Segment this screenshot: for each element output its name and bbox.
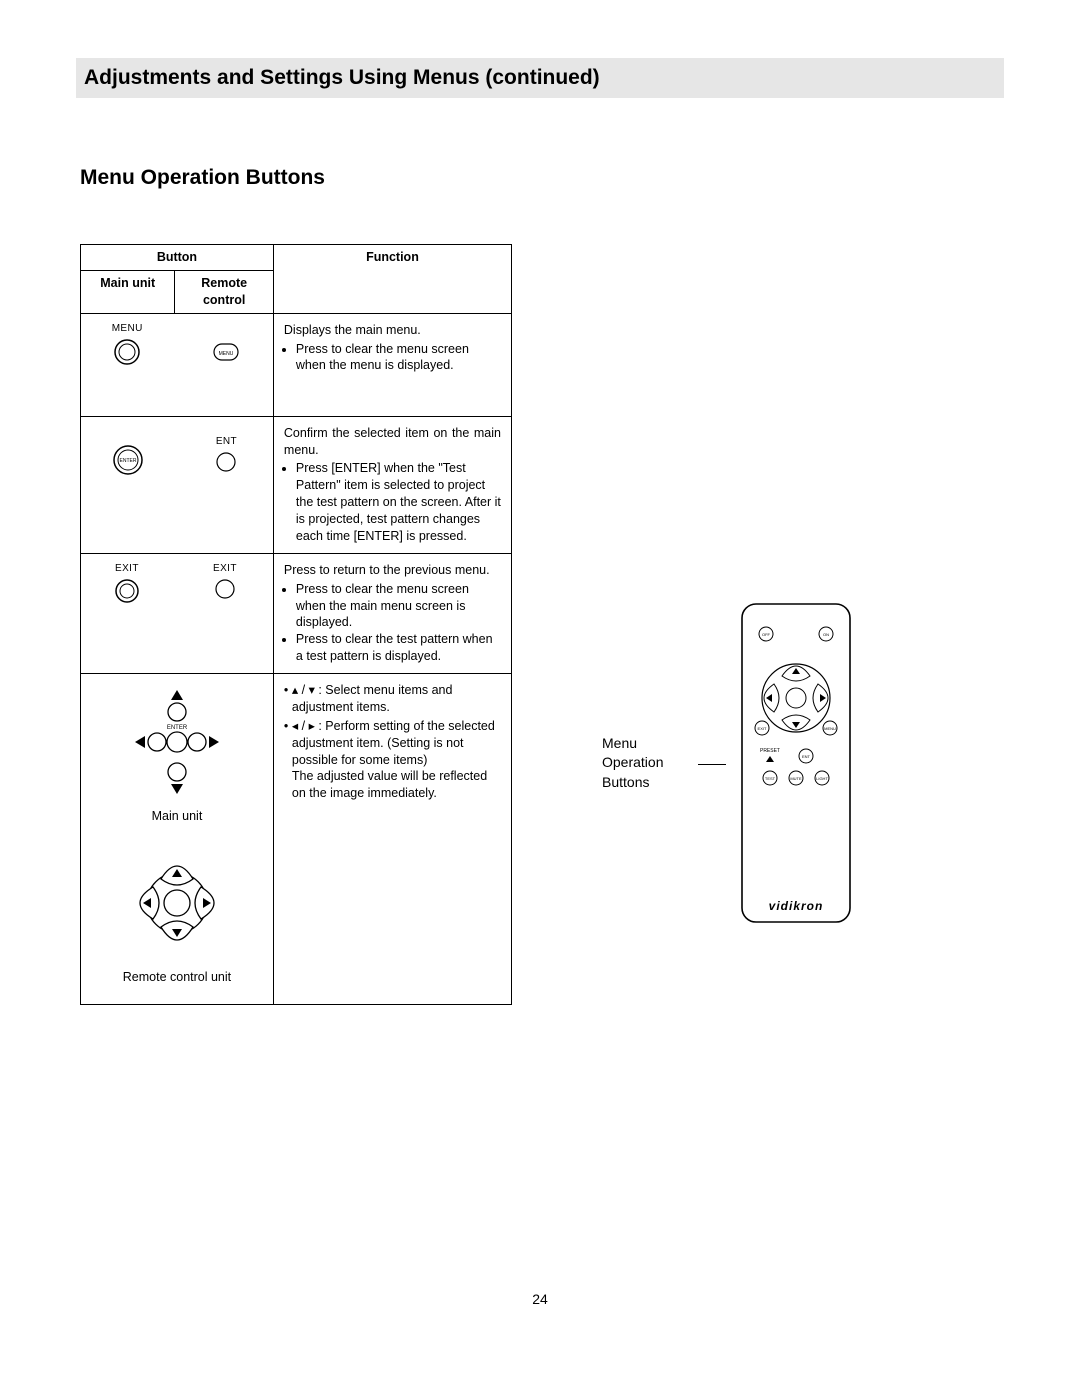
svg-text:ENTER: ENTER [167, 725, 188, 731]
th-button: Button [81, 245, 274, 271]
menu-main-label: MENU [112, 322, 143, 336]
enter-remote-button-icon [214, 450, 238, 474]
th-remote: Remote control [175, 270, 274, 313]
svg-text:ENT: ENT [802, 754, 811, 759]
arrows-main-unit-label: Main unit [152, 808, 203, 825]
enter-main-button-icon: ENTER [111, 443, 145, 477]
page-header-title: Adjustments and Settings Using Menus (co… [84, 66, 600, 90]
exit-main-label: EXIT [115, 562, 139, 576]
section-title: Menu Operation Buttons [80, 166, 325, 190]
exit-remote-button-icon [213, 577, 237, 601]
arrows-main-unit-icon: ENTER [117, 682, 237, 802]
exit-fn-main: Press to return to the previous menu. [284, 562, 501, 579]
menu-operation-buttons-table: Button Function Main unit Remote control… [80, 244, 512, 1005]
enter-fn-main: Confirm the selected item on the main me… [284, 425, 501, 459]
arrows-fn-updown: ▴ / ▾ : Select menu items and adjustment… [290, 682, 501, 716]
remote-control-illustration: OFF ON EXIT MENU PRESET ENT [736, 598, 856, 928]
svg-text:EXIT: EXIT [758, 726, 767, 731]
svg-text:ENTER: ENTER [120, 458, 137, 464]
arrows-remote-dpad-icon [117, 843, 237, 963]
arrows-fn-leftright-2: The adjusted value will be reflected on … [292, 769, 487, 800]
remote-caption: Menu Operation Buttons [602, 734, 688, 793]
svg-text:TEST: TEST [765, 776, 776, 781]
svg-text:MENU: MENU [219, 351, 234, 357]
svg-text:OFF: OFF [762, 632, 771, 637]
exit-fn-bullet-1: Press to clear the menu screen when the … [296, 581, 501, 632]
menu-main-button-icon [112, 337, 142, 367]
menu-fn-main: Displays the main menu. [284, 322, 501, 339]
page-number: 24 [0, 1291, 1080, 1307]
svg-text:vidikron: vidikron [769, 899, 824, 913]
menu-fn-bullet-1: Press to clear the menu screen when the … [296, 341, 501, 375]
svg-text:PRESET: PRESET [760, 748, 780, 754]
enter-fn-bullet-1: Press [ENTER] when the "Test Pattern" it… [296, 460, 501, 544]
svg-text:ON: ON [823, 632, 829, 637]
exit-remote-label: EXIT [213, 562, 237, 576]
arrows-remote-unit-label: Remote control unit [123, 969, 231, 986]
svg-text:MENU: MENU [824, 726, 836, 731]
menu-remote-button-icon: MENU [212, 342, 240, 362]
page-header-band: Adjustments and Settings Using Menus (co… [76, 58, 1004, 98]
enter-remote-label: ENT [216, 435, 237, 449]
exit-main-button-icon [113, 577, 141, 605]
svg-text:LIGHT: LIGHT [816, 776, 828, 781]
leader-line [698, 764, 726, 765]
th-main-unit: Main unit [81, 270, 175, 313]
th-function: Function [273, 245, 511, 314]
svg-text:MUTE: MUTE [790, 776, 802, 781]
arrows-fn-leftright: ◂ / ▸ : Perform setting of the selected … [292, 719, 495, 767]
exit-fn-bullet-2: Press to clear the test pattern when a t… [296, 631, 501, 665]
